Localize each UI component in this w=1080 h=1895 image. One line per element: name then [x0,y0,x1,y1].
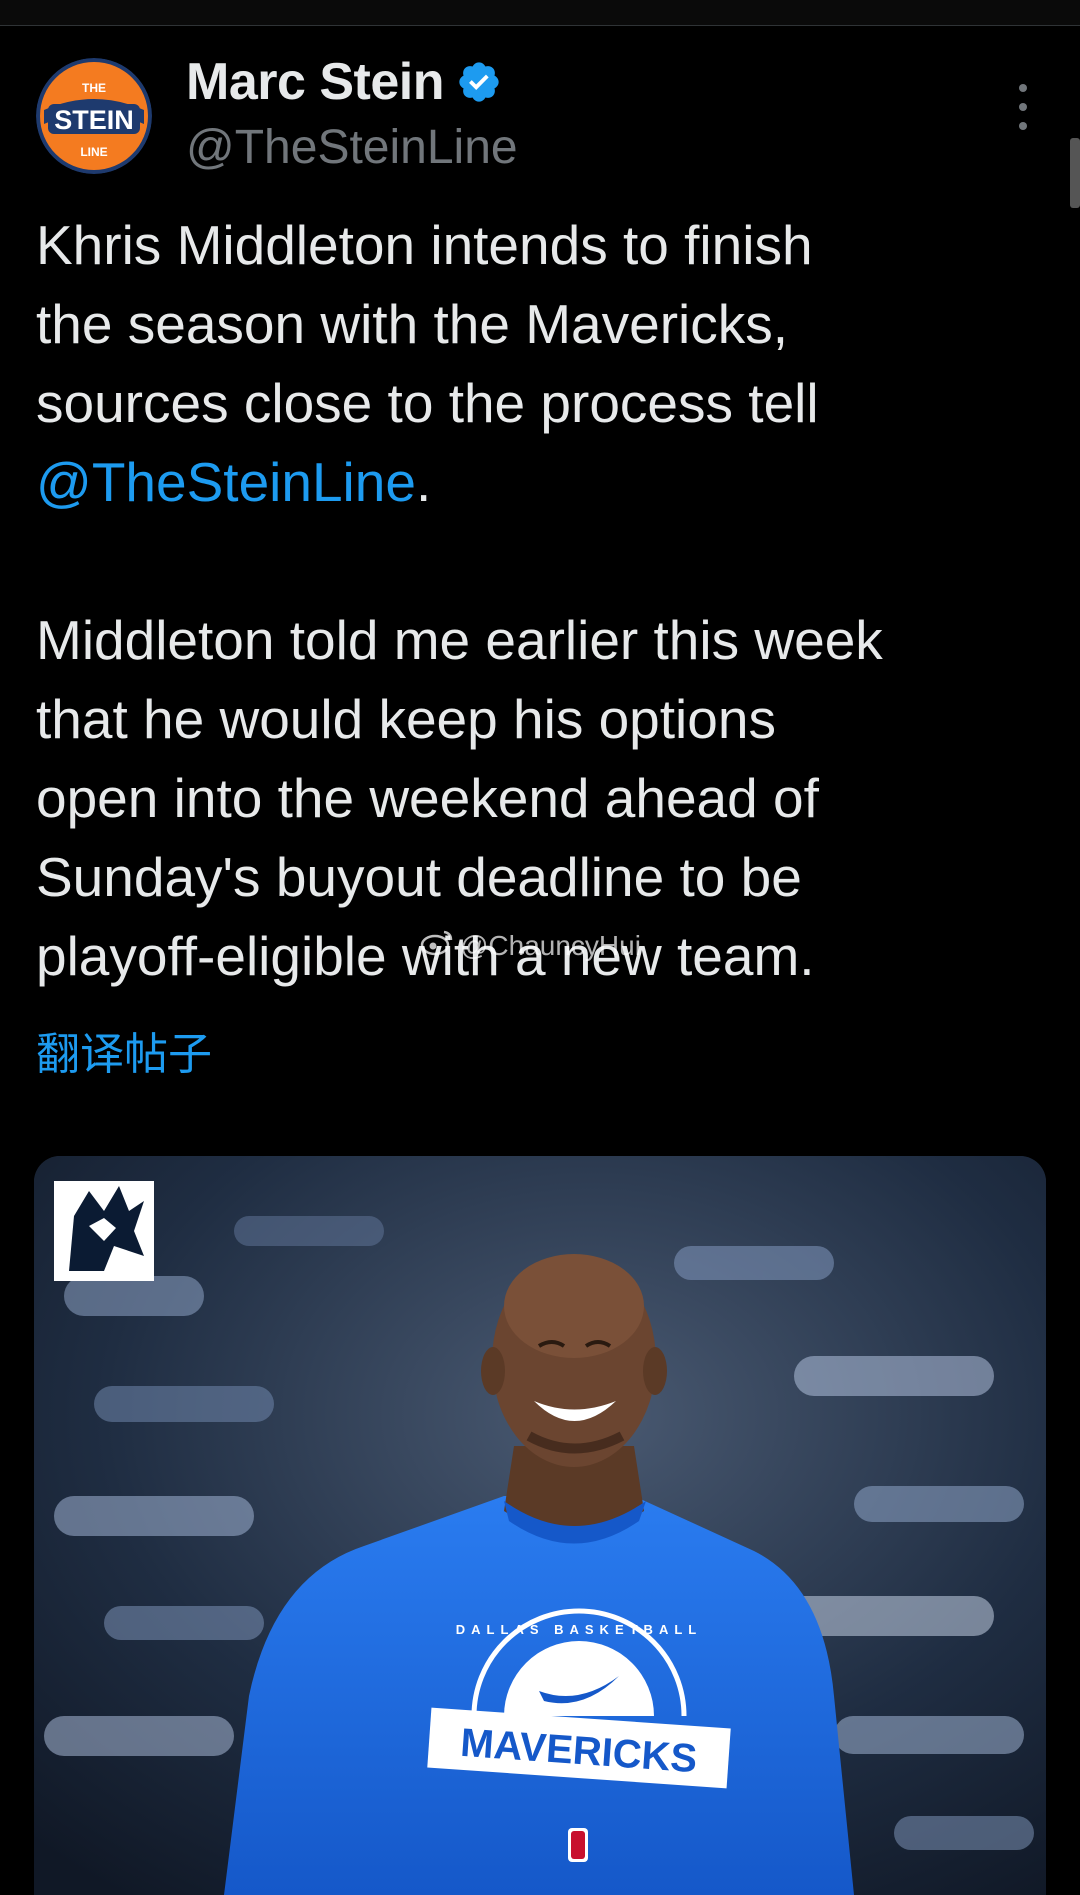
tweet-media-image[interactable]: MAVERICKS DALLAS BASKETBALL [34,1156,1046,1895]
tweet-text: Khris Middleton intends to finish the se… [36,206,1046,996]
author-name-row[interactable]: Marc Stein [186,52,502,112]
weibo-icon [420,928,454,963]
more-options-icon[interactable] [1012,84,1034,130]
tweet-line: sources close to the process tell [36,372,819,434]
scrollbar[interactable] [1070,138,1080,208]
avatar-text-stein: STEIN [54,105,134,135]
top-divider [0,0,1080,26]
author-avatar[interactable]: STEIN THE LINE [36,58,152,174]
tweet-line: open into the weekend ahead of [36,767,819,829]
tweet-line: @TheSteinLine. [36,443,1046,522]
avatar-text-the: THE [82,81,106,95]
mention-link[interactable]: @TheSteinLine [36,451,416,513]
verified-badge-icon[interactable] [456,59,502,105]
tweet-line: Middleton told me earlier this week [36,609,883,671]
tweet-line: the season with the Mavericks, [36,293,789,355]
translate-post-link[interactable]: 翻译帖子 [36,1018,212,1082]
author-handle[interactable]: @TheSteinLine [186,120,518,175]
tweet-page: STEIN THE LINE Marc Stein @TheSteinLine … [0,0,1080,1895]
tweet-line: Sunday's buyout deadline to be [36,846,802,908]
shirt-arc-text: DALLAS BASKETBALL [456,1622,702,1637]
avatar-text-line: LINE [80,145,107,159]
tweet-line: Khris Middleton intends to finish [36,214,813,276]
author-display-name[interactable]: Marc Stein [186,52,444,112]
watermark: @ChauncyHui [420,928,641,963]
watermark-text: @ChauncyHui [460,929,641,961]
mavericks-logo-icon [54,1181,154,1281]
tweet-line: that he would keep his options [36,688,776,750]
tweet-line-end: . [415,451,432,513]
